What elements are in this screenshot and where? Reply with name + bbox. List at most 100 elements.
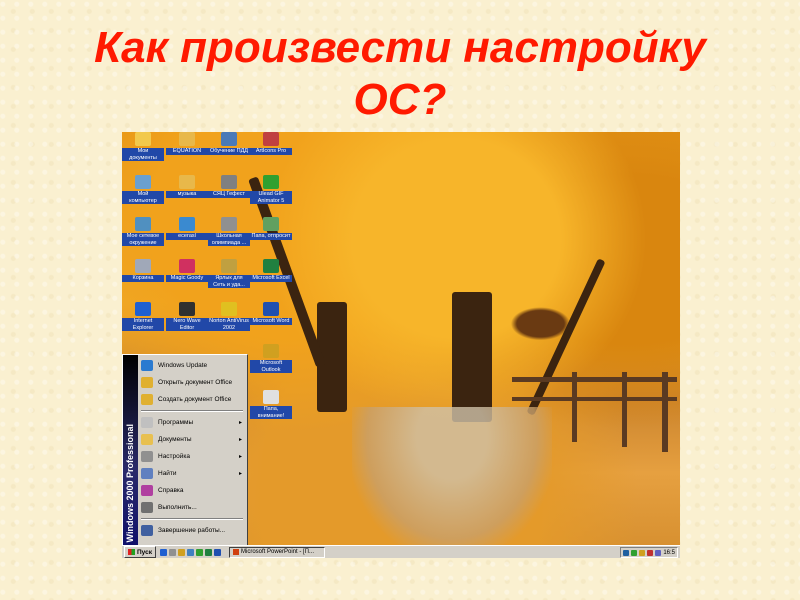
menu-item-icon [141, 451, 153, 462]
desktop-icon-item[interactable]: Internet Explorer [122, 302, 164, 331]
app-icon[interactable] [187, 548, 194, 556]
start-menu-item[interactable]: Программы ▸ [139, 414, 245, 431]
start-menu: Windows 2000 Professional Windows Update… [122, 354, 248, 547]
desktop-icon-item[interactable]: Корзина [122, 259, 164, 282]
start-button[interactable]: Пуск [124, 546, 156, 558]
tray-icon[interactable] [647, 549, 654, 556]
desktop-icon-label: Microsoft Word [250, 318, 292, 325]
desktop-icon-item[interactable]: Папа, отпросит [250, 217, 292, 240]
desktop-icon-label: Обучение ПДД [208, 148, 250, 155]
desktop-icon-label: Корзина [122, 275, 164, 282]
start-menu-top-item[interactable]: Открыть документ Office [139, 374, 245, 391]
desktop-icon-label: Ярлык для Сеть и уда... [208, 275, 250, 288]
desktop-icon-label: Мои документы [122, 148, 164, 161]
desktop-icon-item[interactable]: Magic Goody [166, 259, 208, 282]
desktop-icon-item[interactable]: музыка [166, 175, 208, 198]
desktop-icon-item[interactable]: ecerasl [166, 217, 208, 240]
menu-item-label: Открыть документ Office [158, 379, 233, 386]
tray-icon[interactable] [639, 549, 646, 556]
desktop-icon-item[interactable]: СЯЦ Гефест [208, 175, 250, 198]
submenu-arrow-icon: ▸ [238, 471, 242, 477]
desktop-icon-item[interactable]: Мое сетевое окружение [122, 217, 164, 246]
desktop-icon-item[interactable]: Мои документы [122, 132, 164, 161]
menu-item-icon [141, 377, 153, 388]
desktop-icon-item[interactable]: Microsoft Word [250, 302, 292, 325]
word-icon[interactable] [214, 548, 221, 556]
app-icon [221, 175, 237, 189]
menu-item-label: Windows Update [158, 362, 208, 369]
menu-separator [141, 410, 243, 412]
menu-item-icon [141, 360, 153, 371]
menu-item-icon [141, 417, 153, 428]
menu-item-label: Настройка [158, 453, 190, 460]
start-menu-item[interactable]: Настройка ▸ [139, 448, 245, 465]
fence-rail [512, 377, 677, 382]
start-menu-item[interactable]: Документы ▸ [139, 431, 245, 448]
tray-icon[interactable] [623, 549, 630, 556]
powerpoint-icon [233, 549, 239, 555]
desktop-icon-item[interactable]: Ярлык для Сеть и уда... [208, 259, 250, 288]
shutdown-item[interactable]: Завершение работы... [139, 522, 245, 539]
tree-trunk [452, 292, 492, 422]
desktop-icon-label: Мой компьютер [122, 191, 164, 204]
start-menu-item[interactable]: Выполнить... [139, 499, 245, 516]
submenu-arrow-icon: ▸ [238, 420, 242, 426]
clock[interactable]: 16:5 [663, 550, 675, 556]
desktop-icon-item[interactable]: Школьная олимпиада ... [208, 217, 250, 246]
ie-icon[interactable] [160, 548, 167, 556]
taskbar-button-label: Microsoft PowerPoint - [П... [241, 549, 314, 555]
speaker-icon[interactable] [655, 549, 662, 556]
desktop-icon-item[interactable]: Microsoft Outlook [250, 344, 292, 373]
desktop-icon-item[interactable]: Папа, внимание! [250, 390, 292, 419]
start-menu-top-item[interactable]: Создать документ Office [139, 391, 245, 408]
outlook-icon[interactable] [178, 548, 185, 556]
desktop-icon-label: Internet Explorer [122, 318, 164, 331]
desktop-icon-label: EQUATION [166, 148, 208, 155]
desktop-icon-item[interactable]: Ulead GIF Animator 5 [250, 175, 292, 204]
outlook-icon [263, 344, 279, 358]
desktop-icon-label: ecerasl [166, 233, 208, 240]
desktop-icon-item[interactable]: Norton AntiVirus 2002 [208, 302, 250, 331]
menu-item-label: Выполнить... [158, 504, 197, 511]
desktop-icon-item[interactable]: Microsoft Excel [250, 259, 292, 282]
excel-icon[interactable] [205, 548, 212, 556]
system-tray: 16:5 [620, 547, 678, 558]
app-icon [263, 390, 279, 404]
desktop-icon-label: СЯЦ Гефест [208, 191, 250, 198]
menu-item-label: Документы [158, 436, 192, 443]
menu-item-icon [141, 502, 153, 513]
slide-title-line1: Как произвести настройку [94, 23, 706, 72]
car-icon [221, 132, 237, 146]
menu-separator [141, 518, 243, 520]
app-icon [221, 302, 237, 316]
desktop-icon-label: Magic Goody [166, 275, 208, 282]
network-icon [135, 217, 151, 231]
start-menu-item[interactable]: Найти ▸ [139, 465, 245, 482]
slide-title-line2: ОС? [353, 75, 447, 124]
desktop-icon-item[interactable]: Обучение ПДД [208, 132, 250, 155]
start-menu-top-item[interactable]: Windows Update [139, 357, 245, 374]
menu-item-label: Найти [158, 470, 177, 477]
app-icon [179, 302, 195, 316]
desktop-icon-item[interactable]: Nero Wave Editor [166, 302, 208, 331]
desktop-screenshot: Мои документы EQUATION Обучение ПДД ArtIcon… [122, 132, 680, 558]
menu-item-icon [141, 468, 153, 479]
menu-item-icon [141, 525, 153, 536]
desktop-icon-label: музыка [166, 191, 208, 198]
desktop-icon[interactable] [169, 548, 176, 556]
desktop-icon-label: ArtIcons Pro [250, 148, 292, 155]
desktop-icon-item[interactable]: ArtIcons Pro [250, 132, 292, 155]
slide-title: Как произвести настройку ОС? [0, 22, 800, 126]
app-icon[interactable] [196, 548, 203, 556]
tray-icon[interactable] [631, 549, 638, 556]
fence-post [622, 372, 627, 447]
start-menu-items: Windows Update Открыть документ Office Соз… [139, 357, 245, 539]
taskbar-button-powerpoint[interactable]: Microsoft PowerPoint - [П... [229, 546, 325, 558]
desktop-icon-item[interactable]: Мой компьютер [122, 175, 164, 204]
desktop-icon-label: Norton AntiVirus 2002 [208, 318, 250, 331]
menu-item-label: Завершение работы... [158, 527, 226, 534]
desktop-icon-item[interactable]: EQUATION [166, 132, 208, 155]
menu-item-label: Программы [158, 419, 194, 426]
start-menu-item[interactable]: Справка [139, 482, 245, 499]
desktop-icon-label: Школьная олимпиада ... [208, 233, 250, 246]
